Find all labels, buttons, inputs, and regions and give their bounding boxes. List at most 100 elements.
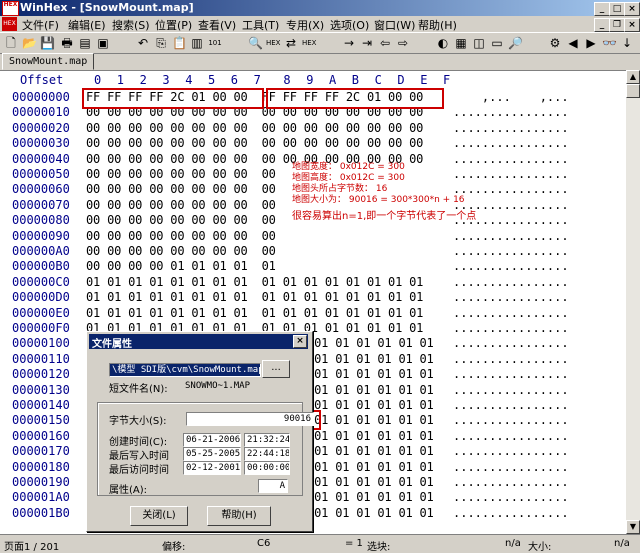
row-bytes[interactable]: 00 00 00 00 01 01 01 01 01 [86, 259, 276, 273]
menu-search[interactable]: 搜索(S) [112, 17, 150, 33]
menu-special[interactable]: 专用(X) [286, 17, 324, 33]
row-ascii[interactable]: ................ [453, 198, 569, 212]
row-ascii[interactable]: ................ [453, 229, 569, 243]
row-ascii[interactable]: ................ [453, 321, 569, 335]
menu-edit[interactable]: 编辑(E) [68, 17, 106, 33]
next-hit-icon[interactable]: ↓ [620, 36, 634, 50]
menu-options[interactable]: 选项(O) [330, 17, 369, 33]
doc-close-button[interactable]: × [624, 18, 640, 32]
ram-editor-icon[interactable]: ▦ [454, 36, 468, 50]
row-ascii[interactable]: ................ [453, 136, 569, 150]
goto-offset-icon[interactable]: → [342, 36, 356, 50]
undo-icon[interactable]: ↶ [136, 36, 150, 50]
print-icon[interactable]: 🖶 [60, 36, 74, 50]
row-ascii[interactable]: ................ [453, 444, 569, 458]
row-ascii[interactable]: ................ [453, 105, 569, 119]
row-bytes[interactable]: 00 00 00 00 00 00 00 00 00 [86, 244, 276, 258]
doc-minimize-button[interactable]: _ [594, 18, 610, 32]
row-ascii[interactable]: ................ [453, 460, 569, 474]
row-ascii[interactable]: ................ [453, 244, 569, 258]
next-icon[interactable]: ▶ [584, 36, 598, 50]
dialog-close-icon[interactable]: × [293, 335, 307, 348]
row-ascii[interactable]: ................ [453, 383, 569, 397]
help-button[interactable]: 帮助(H) [207, 506, 271, 526]
maximize-button[interactable]: □ [609, 2, 625, 16]
created-time-field[interactable]: 21:32:24 [244, 433, 290, 447]
row-ascii[interactable]: ................ [453, 367, 569, 381]
back-icon[interactable]: ⇦ [378, 36, 392, 50]
menu-view[interactable]: 查看(V) [198, 17, 236, 33]
binoculars-icon[interactable]: 👓 [602, 36, 617, 50]
close-dialog-button[interactable]: 关闭(L) [130, 506, 188, 526]
binary-icon[interactable]: 101 [208, 36, 222, 50]
new-file-icon[interactable]: 🗋 [4, 36, 18, 50]
save-all-icon[interactable]: ▣ [96, 36, 110, 50]
menu-help[interactable]: 帮助(H) [418, 17, 457, 33]
row-ascii[interactable]: ................ [453, 490, 569, 504]
copy-icon[interactable]: ⎘ [154, 36, 168, 50]
row-ascii[interactable]: ................ [453, 413, 569, 427]
row-ascii[interactable]: ................ [453, 182, 569, 196]
goto-sector-icon[interactable]: ⇥ [360, 36, 374, 50]
replace-hex-icon[interactable]: HEX [302, 36, 316, 50]
scroll-down-button[interactable]: ▼ [626, 520, 640, 534]
menu-window[interactable]: 窗口(W) [374, 17, 415, 33]
row-bytes[interactable]: 00 00 00 00 00 00 00 00 00 [86, 213, 276, 227]
row-bytes[interactable]: 00 00 00 00 00 00 00 00 00 [86, 167, 276, 181]
vertical-scrollbar[interactable]: ▲ ▼ [626, 70, 640, 534]
attr-field[interactable]: A [258, 479, 288, 493]
path-field[interactable]: \模型 SDI版\cvm\SnowMount.map [109, 363, 261, 377]
row-ascii[interactable]: ................ [453, 475, 569, 489]
row-ascii[interactable]: ,... ,... [453, 90, 569, 104]
row-bytes[interactable]: 01 01 01 01 01 01 01 01 01 01 01 01 01 0… [86, 275, 423, 289]
copy-block-icon[interactable]: ▥ [190, 36, 204, 50]
tab-snowmount[interactable]: SnowMount.map [2, 53, 95, 70]
properties-icon[interactable]: ▤ [78, 36, 92, 50]
analyze-icon[interactable]: 🔎 [508, 36, 523, 50]
accessed-time-field[interactable]: 00:00:00 [244, 461, 290, 475]
menu-file[interactable]: 文件(F) [22, 17, 59, 33]
open-file-icon[interactable]: 📂 [22, 36, 37, 50]
row-bytes[interactable]: 01 01 01 01 01 01 01 01 01 01 01 01 01 0… [86, 290, 423, 304]
row-ascii[interactable]: ................ [453, 121, 569, 135]
settings-icon[interactable]: ⚙ [548, 36, 562, 50]
written-time-field[interactable]: 22:44:18 [244, 447, 290, 461]
row-bytes[interactable]: 00 00 00 00 00 00 00 00 00 [86, 229, 276, 243]
row-bytes[interactable]: 00 00 00 00 00 00 00 00 00 00 00 00 00 0… [86, 136, 423, 150]
row-ascii[interactable]: ................ [453, 275, 569, 289]
row-ascii[interactable]: ................ [453, 506, 569, 520]
browse-button[interactable]: ... [262, 360, 290, 378]
replace-icon[interactable]: ⇄ [284, 36, 298, 50]
doc-restore-button[interactable]: ❐ [609, 18, 625, 32]
row-ascii[interactable]: ................ [453, 259, 569, 273]
save-icon[interactable]: 💾 [40, 36, 55, 50]
find-hex-icon[interactable]: HEX [266, 36, 280, 50]
accessed-date-field[interactable]: 02-12-2001 [183, 461, 241, 475]
document-icon[interactable]: HEX [2, 17, 17, 31]
created-date-field[interactable]: 06-21-2006 [183, 433, 241, 447]
row-ascii[interactable]: ................ [453, 429, 569, 443]
row-ascii[interactable]: ................ [453, 167, 569, 181]
find-icon[interactable]: 🔍 [248, 36, 263, 50]
size-field[interactable]: 90016 [186, 412, 314, 426]
close-button[interactable]: × [624, 2, 640, 16]
forward-icon[interactable]: ⇨ [396, 36, 410, 50]
paste-icon[interactable]: 📋 [172, 36, 187, 50]
scroll-up-button[interactable]: ▲ [626, 70, 640, 84]
row-ascii[interactable]: ................ [453, 290, 569, 304]
calculator-icon[interactable]: ▭ [490, 36, 504, 50]
disk-editor-icon[interactable]: ◫ [472, 36, 486, 50]
row-bytes[interactable]: 00 00 00 00 00 00 00 00 00 00 00 00 00 0… [86, 121, 423, 135]
row-ascii[interactable]: ................ [453, 306, 569, 320]
row-bytes[interactable]: 01 01 01 01 01 01 01 01 01 01 01 01 01 0… [86, 306, 423, 320]
previous-icon[interactable]: ◀ [566, 36, 580, 50]
disk-tools-icon[interactable]: ◐ [436, 36, 450, 50]
written-date-field[interactable]: 05-25-2005 [183, 447, 241, 461]
row-bytes[interactable]: 00 00 00 00 00 00 00 00 00 [86, 182, 276, 196]
minimize-button[interactable]: _ [594, 2, 610, 16]
scroll-thumb[interactable] [626, 84, 640, 98]
row-ascii[interactable]: ................ [453, 336, 569, 350]
row-ascii[interactable]: ................ [453, 152, 569, 166]
row-ascii[interactable]: ................ [453, 352, 569, 366]
menu-tools[interactable]: 工具(T) [242, 17, 279, 33]
